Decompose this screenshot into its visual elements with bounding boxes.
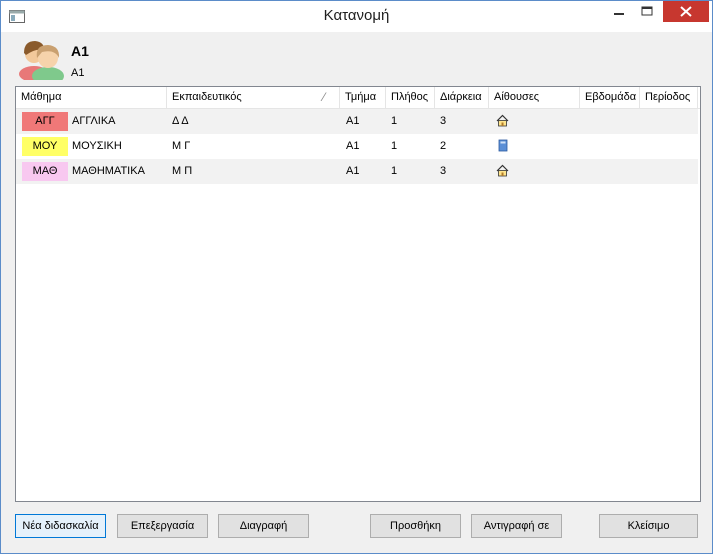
add-button[interactable]: Προσθήκη xyxy=(370,514,461,538)
class-cell: A1 xyxy=(346,165,360,177)
group-subtitle: A1 xyxy=(71,67,85,79)
duration-cell: 3 xyxy=(440,115,447,127)
class-cell: A1 xyxy=(346,140,360,152)
column-header-duration[interactable]: Διάρκεια xyxy=(435,87,489,108)
column-header-period[interactable]: Περίοδος xyxy=(640,87,698,108)
delete-button[interactable]: Διαγραφή xyxy=(218,514,309,538)
sort-indicator-icon: ⁄ xyxy=(323,90,326,104)
column-header-subject[interactable]: Μάθημα xyxy=(16,87,167,108)
duration-cell: 3 xyxy=(440,165,447,177)
count-cell: 1 xyxy=(391,115,398,127)
column-header-week[interactable]: Εβδομάδα xyxy=(580,87,640,108)
grid-header: Μάθημα Εκπαιδευτικός ⁄ Τμήμα Πλήθος Διάρ… xyxy=(16,87,700,109)
maximize-icon xyxy=(641,6,653,16)
count-cell: 1 xyxy=(391,165,398,177)
column-header-teacher[interactable]: Εκπαιδευτικός xyxy=(167,87,340,108)
teacher-cell: Μ Γ xyxy=(172,140,191,152)
column-header-count[interactable]: Πλήθος xyxy=(386,87,435,108)
subject-code-badge: ΑΓΓ xyxy=(22,112,68,131)
subject-code-badge: ΜΟΥ xyxy=(22,137,68,156)
subject-cell: ΜΟΥΣΙΚΗ xyxy=(72,140,122,152)
close-window-button[interactable] xyxy=(663,1,709,22)
copy-to-button[interactable]: Αντιγραφή σε xyxy=(471,514,562,538)
table-row[interactable]: ΜΑΘ ΜΑΘΗΜΑΤΙΚΑ Μ Π A1 1 3 xyxy=(16,159,698,184)
subject-cell: ΜΑΘΗΜΑΤΙΚΑ xyxy=(72,165,145,177)
lessons-grid[interactable]: Μάθημα Εκπαιδευτικός ⁄ Τμήμα Πλήθος Διάρ… xyxy=(15,86,701,502)
count-cell: 1 xyxy=(391,140,398,152)
new-lesson-button[interactable]: Νέα διδασκαλία xyxy=(15,514,106,538)
teacher-cell: Μ Π xyxy=(172,165,193,177)
subject-code-badge: ΜΑΘ xyxy=(22,162,68,181)
column-header-rooms[interactable]: Αίθουσες xyxy=(489,87,580,108)
book-icon xyxy=(498,139,508,152)
users-avatar-icon xyxy=(19,41,64,80)
class-cell: A1 xyxy=(346,115,360,127)
subject-cell: ΑΓΓΛΙΚΑ xyxy=(72,115,116,127)
close-button[interactable]: Κλείσιμο xyxy=(599,514,698,538)
close-icon xyxy=(680,6,692,17)
minimize-button[interactable] xyxy=(605,1,633,22)
maximize-button[interactable] xyxy=(633,1,661,22)
table-row[interactable]: ΜΟΥ ΜΟΥΣΙΚΗ Μ Γ A1 1 2 xyxy=(16,134,698,159)
house-icon xyxy=(496,114,509,127)
teacher-cell: Δ Δ xyxy=(172,115,189,127)
edit-button[interactable]: Επεξεργασία xyxy=(117,514,208,538)
allocation-window: Κατανομή A1 A1 Μάθημα Εκπαιδευτικός ⁄ Τμ… xyxy=(0,0,713,554)
group-name: A1 xyxy=(71,43,89,59)
table-row[interactable]: ΑΓΓ ΑΓΓΛΙΚΑ Δ Δ A1 1 3 xyxy=(16,109,698,134)
column-header-class[interactable]: Τμήμα xyxy=(340,87,386,108)
title-bar: Κατανομή xyxy=(1,1,712,32)
duration-cell: 2 xyxy=(440,140,447,152)
house-icon xyxy=(496,164,509,177)
minimize-icon xyxy=(614,13,624,15)
